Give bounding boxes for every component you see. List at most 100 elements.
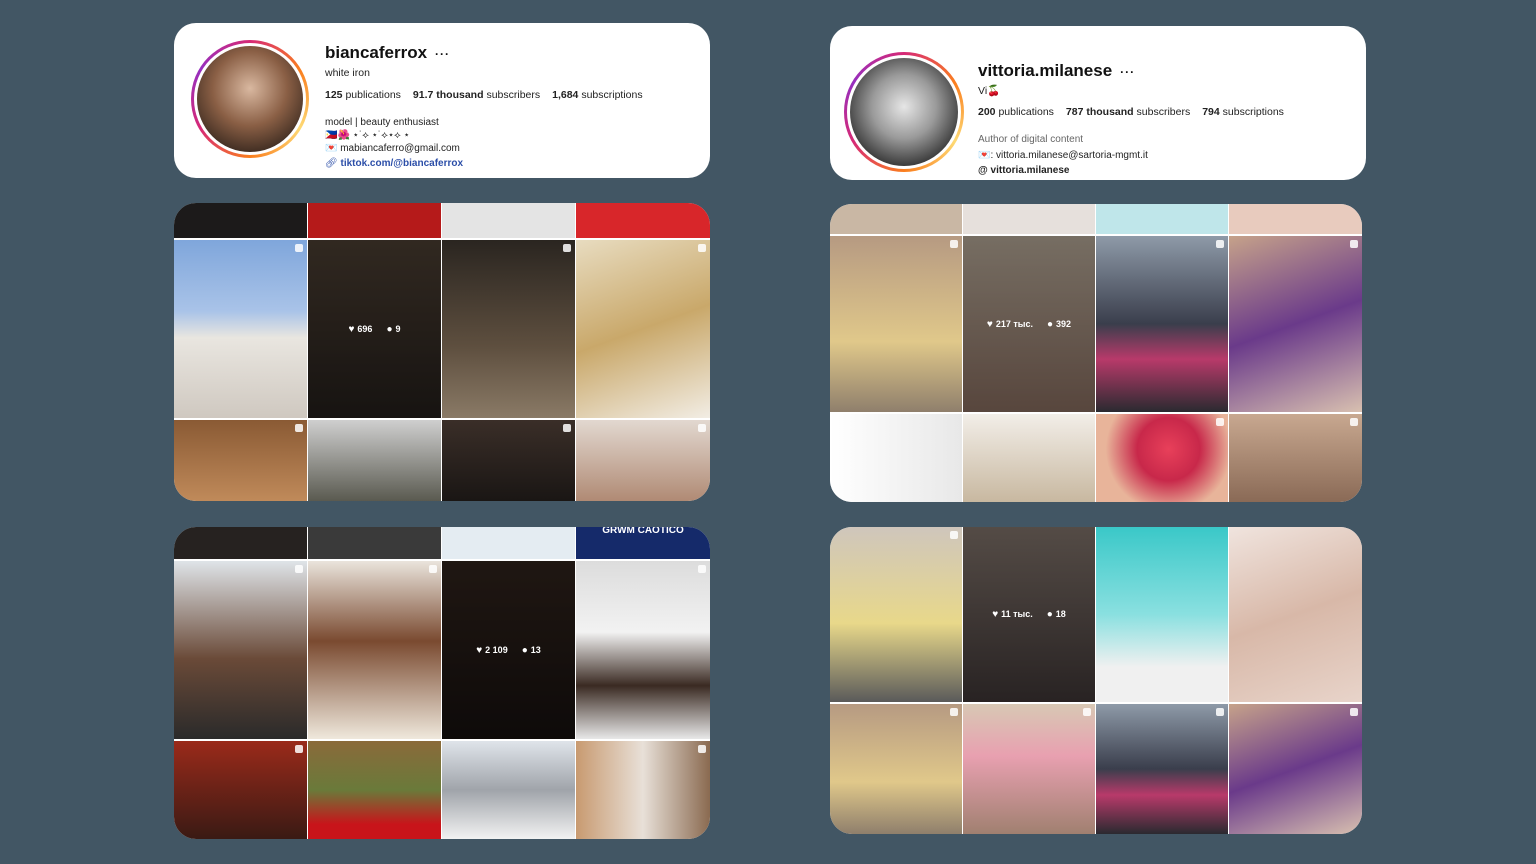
heart-icon: ♥ — [476, 644, 483, 656]
post-tile[interactable] — [308, 741, 441, 839]
post-tile[interactable] — [442, 203, 575, 238]
post-tile[interactable] — [576, 240, 710, 418]
post-tile[interactable] — [308, 561, 441, 739]
profile-stats: 200 publications 787 thousand subscriber… — [978, 106, 1284, 118]
threads-icon: @ — [978, 165, 988, 176]
post-tile[interactable] — [576, 420, 710, 501]
post-tile[interactable] — [1229, 236, 1362, 412]
post-tile[interactable] — [1229, 527, 1362, 702]
profile-username[interactable]: biancaferrox ··· — [325, 43, 450, 63]
post-tile[interactable] — [1229, 414, 1362, 502]
post-hover-stats: ♥ 696 ● 9 — [308, 240, 441, 418]
avatar[interactable] — [844, 52, 964, 172]
post-tile[interactable] — [576, 741, 710, 839]
carousel-icon — [295, 565, 303, 573]
post-tile[interactable] — [1096, 527, 1228, 702]
post-tile[interactable] — [830, 414, 962, 502]
comment-icon: ● — [1046, 609, 1053, 620]
post-tile[interactable] — [174, 203, 307, 238]
post-tile[interactable] — [1229, 704, 1362, 834]
profile-category: Author of digital content — [978, 134, 1084, 145]
post-tile[interactable] — [1096, 236, 1228, 412]
stat-subscribers[interactable]: 91.7 thousand subscribers — [413, 89, 540, 101]
post-tile[interactable] — [1096, 204, 1228, 234]
reel-icon — [1216, 418, 1224, 426]
profile-stats: 125 publications 91.7 thousand subscribe… — [325, 89, 643, 101]
post-tile[interactable] — [442, 741, 575, 839]
post-tile[interactable]: ♥ 2 109 ● 13 — [442, 561, 575, 739]
post-tile[interactable] — [174, 527, 307, 559]
profile-username[interactable]: vittoria.milanese ··· — [978, 61, 1135, 81]
post-tile[interactable] — [576, 561, 710, 739]
profile-name: Vi🍒 — [978, 85, 1001, 97]
post-tile[interactable] — [830, 236, 962, 412]
post-tile[interactable] — [1096, 704, 1228, 834]
post-hover-stats: ♥ 217 тыс. ● 392 — [963, 236, 1095, 412]
carousel-icon — [1216, 708, 1224, 716]
stat-subscriptions[interactable]: 794 subscriptions — [1202, 106, 1284, 118]
comment-icon: ● — [521, 644, 528, 656]
post-tile[interactable] — [1096, 414, 1228, 502]
post-tile[interactable] — [576, 203, 710, 238]
bio-line: model | beauty enthusiast — [325, 117, 439, 128]
post-tile[interactable] — [174, 741, 307, 839]
post-tile[interactable] — [1229, 204, 1362, 234]
profile-link[interactable]: 🔗︎ tiktok.com/@biancaferrox — [325, 158, 463, 169]
post-tile[interactable] — [308, 527, 441, 559]
stat-subscriptions[interactable]: 1,684 subscriptions — [552, 89, 642, 101]
post-tile[interactable] — [174, 561, 307, 739]
more-options-icon[interactable]: ··· — [1120, 65, 1135, 79]
reel-icon — [1083, 708, 1091, 716]
carousel-icon — [295, 745, 303, 753]
stat-subscribers[interactable]: 787 thousand subscribers — [1066, 106, 1190, 118]
profile-card-biancaferrox: biancaferrox ··· white iron 125 publicati… — [174, 23, 710, 178]
post-tile[interactable] — [830, 204, 962, 234]
comment-icon: ● — [1046, 318, 1054, 330]
post-tile[interactable] — [174, 420, 307, 501]
post-hover-stats: ♥ 11 тыс. ● 18 — [963, 527, 1095, 702]
stat-publications[interactable]: 125 publications — [325, 89, 401, 101]
post-tile[interactable] — [442, 420, 575, 501]
carousel-icon — [950, 708, 958, 716]
post-tile[interactable] — [174, 240, 307, 418]
post-tile[interactable] — [442, 240, 575, 418]
threads-link[interactable]: @ vittoria.milanese — [978, 165, 1069, 176]
carousel-icon — [1350, 418, 1358, 426]
heart-icon: ♥ — [992, 609, 999, 620]
post-tile[interactable]: ♥ 217 тыс. ● 392 — [963, 236, 1095, 412]
avatar[interactable] — [191, 40, 309, 158]
reel-icon — [698, 745, 706, 753]
post-tile[interactable] — [963, 704, 1095, 834]
post-grid-3: GRWM CAOTICO ♥ 2 109 ● 13 — [174, 527, 710, 839]
post-tile[interactable] — [442, 527, 575, 559]
bio-line: 🇵🇭🌺 ⋆˙⟡ ⋆˙⟡⋆⟡ ⋆ — [325, 130, 410, 141]
carousel-icon — [1216, 240, 1224, 248]
carousel-icon — [1350, 240, 1358, 248]
carousel-icon — [295, 424, 303, 432]
reel-icon — [698, 244, 706, 252]
post-tile[interactable] — [963, 414, 1095, 502]
post-tile[interactable] — [830, 527, 962, 702]
post-tile[interactable]: GRWM CAOTICO — [576, 527, 710, 559]
post-hover-stats: ♥ 2 109 ● 13 — [442, 561, 575, 739]
heart-icon: ♥ — [986, 318, 993, 330]
carousel-icon — [698, 565, 706, 573]
post-tile[interactable] — [308, 420, 441, 501]
reel-icon — [295, 244, 303, 252]
profile-name: white iron — [325, 67, 370, 79]
stat-publications[interactable]: 200 publications — [978, 106, 1054, 118]
heart-icon: ♥ — [348, 323, 355, 335]
post-grid-2: ♥ 217 тыс. ● 392 — [830, 204, 1362, 502]
post-tile[interactable]: ♥ 11 тыс. ● 18 — [963, 527, 1095, 702]
more-options-icon[interactable]: ··· — [435, 47, 450, 61]
comment-icon: ● — [386, 323, 393, 335]
post-tile[interactable]: ♥ 696 ● 9 — [308, 240, 441, 418]
post-grid-4: ♥ 11 тыс. ● 18 — [830, 527, 1362, 834]
carousel-icon — [698, 424, 706, 432]
profile-card-vittoria: vittoria.milanese ··· Vi🍒 200 publication… — [830, 26, 1366, 180]
post-tile[interactable] — [963, 204, 1095, 234]
carousel-icon — [1350, 708, 1358, 716]
post-tile[interactable] — [830, 704, 962, 834]
post-caption-text: GRWM CAOTICO — [602, 527, 684, 536]
post-tile[interactable] — [308, 203, 441, 238]
